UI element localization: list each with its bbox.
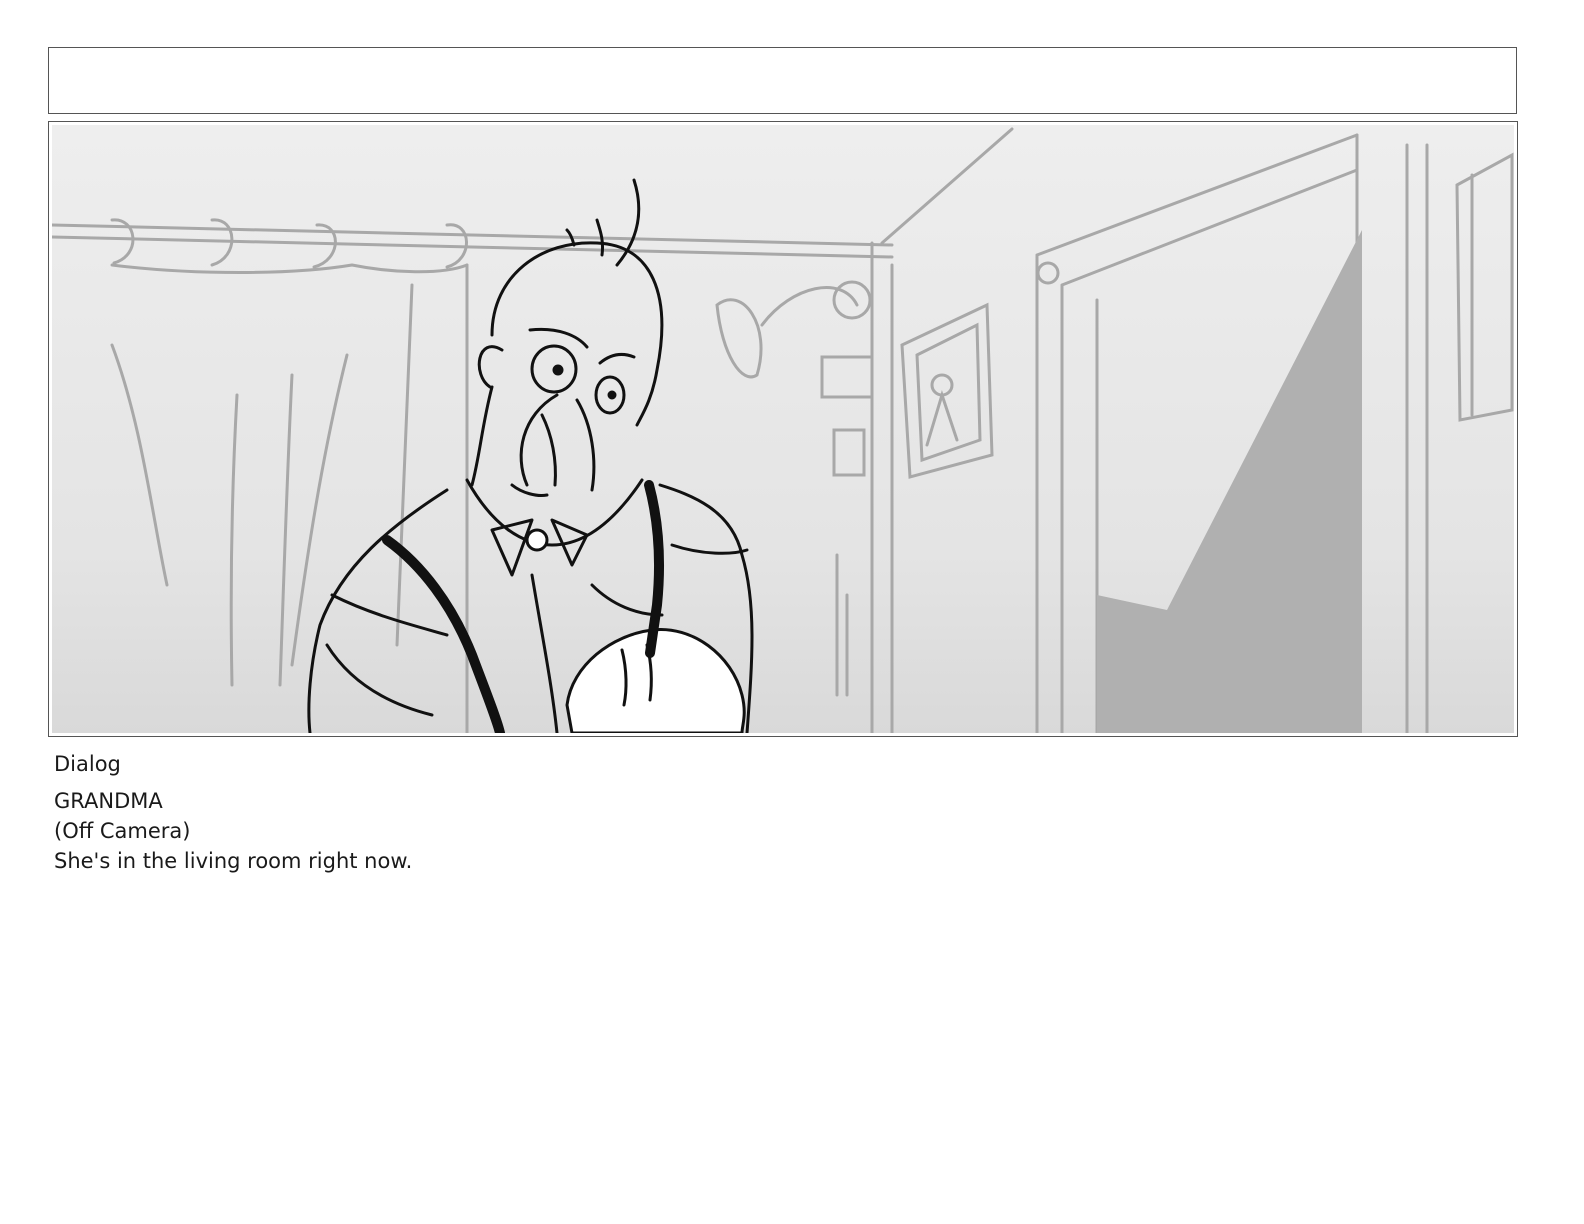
head	[490, 241, 664, 427]
character-name: GRANDMA	[54, 789, 163, 813]
header-box	[48, 47, 1517, 114]
dialog-line: She's in the living room right now.	[54, 849, 413, 873]
wall-corner	[880, 127, 1014, 245]
curtain-rod	[52, 223, 894, 259]
ear	[477, 345, 504, 389]
doorway-shadow	[1097, 230, 1362, 733]
shirt	[307, 488, 449, 733]
notes-section: Dialog GRANDMA (Off Camera) She's in the…	[54, 750, 1514, 876]
shower-head	[715, 298, 763, 379]
storyboard-panel	[48, 121, 1518, 737]
curtain-fold	[110, 343, 169, 587]
character-sketch	[307, 178, 754, 733]
dialog-section-label: Dialog	[54, 752, 121, 776]
panel-image	[52, 125, 1514, 733]
dialog-parenthetical: (Off Camera)	[54, 819, 191, 843]
sketch-drawing	[52, 127, 1514, 733]
